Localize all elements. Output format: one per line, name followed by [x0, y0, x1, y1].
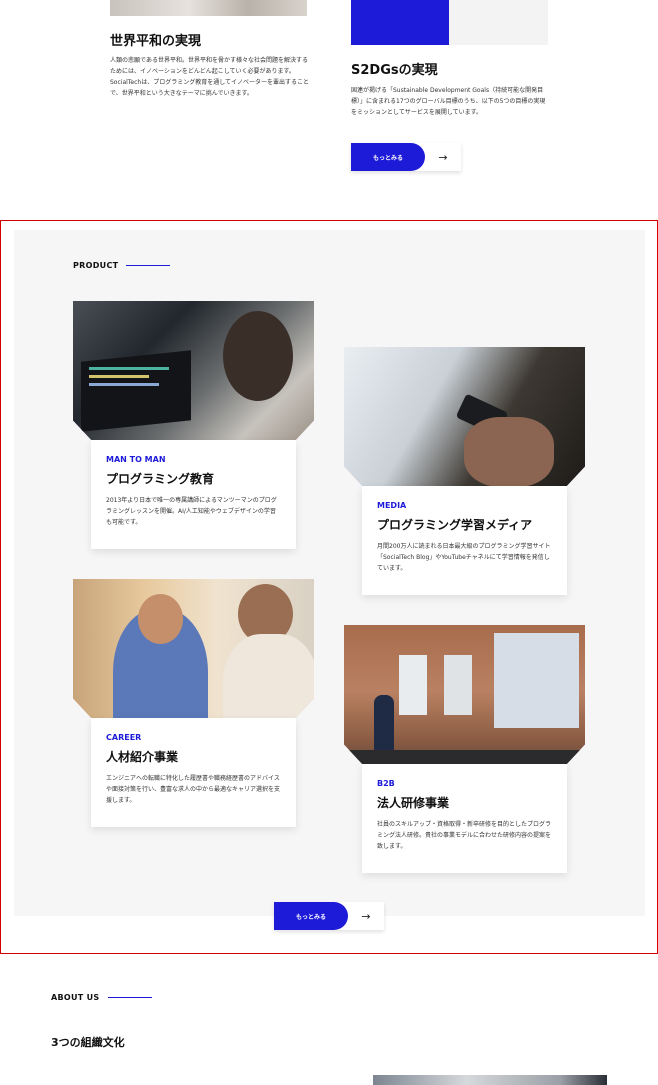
about-label-text: ABOUT US [51, 993, 100, 1002]
window [444, 655, 472, 715]
label-underline [126, 265, 171, 266]
laptop-screen [81, 350, 191, 432]
card-title: プログラミング学習メディア [377, 518, 533, 532]
code-line [89, 367, 169, 370]
card-category: MEDIA [377, 501, 407, 510]
arrow-right-icon: → [361, 909, 371, 923]
product-card-media[interactable]: MEDIA プログラミング学習メディア 月間200万人に読まれる日本最大級のプロ… [362, 486, 567, 595]
peace-photo [110, 0, 307, 16]
sdgs-title: S2DGsの実現 [351, 63, 438, 78]
code-line [89, 383, 159, 386]
label-underline [107, 997, 152, 998]
sdgs-more-button[interactable]: もっとみる → [351, 143, 461, 171]
product-section-label: PRODUCT [73, 261, 171, 270]
card-description: 月間200万人に読まれる日本最大級のプログラミング学習サイト「SocialTec… [377, 543, 551, 572]
product-card-programming[interactable]: MAN TO MAN プログラミング教育 2013年より日本で唯一の専属講師によ… [91, 440, 296, 549]
window [399, 655, 427, 715]
card-description: エンジニアへの転職に特化した履歴書や職務経歴書のアドバイスや面接対策を行い、豊富… [106, 775, 281, 804]
card-category: CAREER [106, 733, 142, 742]
about-section-label: ABOUT US [51, 993, 152, 1002]
product-more-button[interactable]: もっとみる → [274, 902, 384, 930]
card-title: プログラミング教育 [106, 472, 215, 486]
whiteboard [494, 633, 579, 728]
more-button-label: もっとみる [351, 143, 425, 171]
sdgs-color-block [351, 0, 449, 45]
presenter [374, 695, 394, 755]
card-description: 2013年より日本で唯一の専属講師によるマンツーマンのプログラミングレッスンを開… [106, 497, 277, 526]
person-figure [223, 311, 293, 401]
card-title: 法人研修事業 [377, 796, 450, 810]
card-title: 人材紹介事業 [106, 750, 179, 764]
product-card-career[interactable]: CAREER 人材紹介事業 エンジニアへの転職に特化した履歴書や職務経歴書のアド… [91, 718, 296, 827]
sdgs-grey-block [449, 0, 548, 45]
hands [464, 417, 554, 487]
about-photo [373, 1075, 607, 1085]
peace-description: 人類の悲願である世界平和。世界平和を脅かす様々な社会問題を解決するためには、イノ… [110, 57, 310, 97]
about-heading: 3つの組織文化 [51, 1036, 125, 1049]
code-line [89, 375, 149, 378]
product-card-b2b[interactable]: B2B 法人研修事業 社員のスキルアップ・資格取得・新卒研修を目的としたプログラ… [362, 764, 567, 873]
person-head [138, 594, 183, 644]
product-label-text: PRODUCT [73, 261, 119, 270]
peace-title: 世界平和の実現 [110, 34, 202, 49]
more-button-label: もっとみる [274, 902, 348, 930]
card-description: 社員のスキルアップ・資格取得・新卒研修を目的としたプログラミング法人研修。貴社の… [377, 821, 552, 850]
card-category: B2B [377, 779, 395, 788]
arrow-right-icon: → [438, 150, 448, 164]
card-category: MAN TO MAN [106, 455, 166, 464]
sdgs-description: 国連が掲げる「Sustainable Development Goals（持続可… [351, 87, 546, 116]
